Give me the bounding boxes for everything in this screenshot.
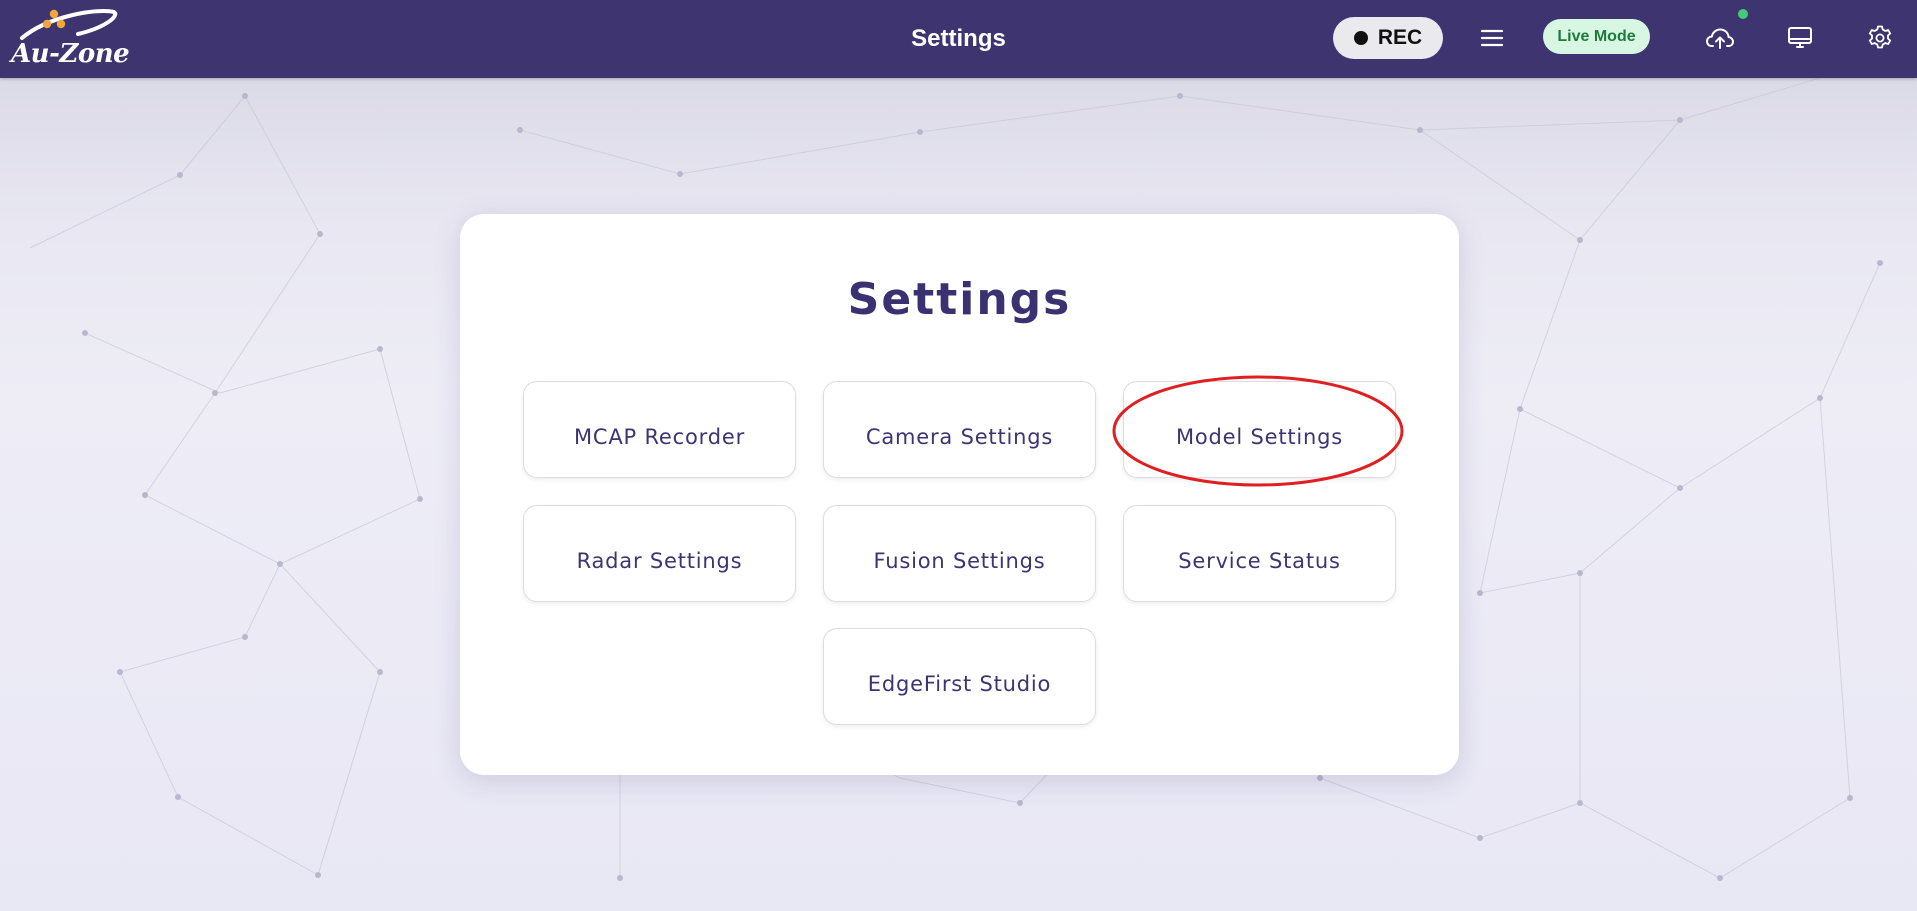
menu-icon <box>1480 29 1504 47</box>
au-zone-logo[interactable]: Au-Zone <box>8 6 134 70</box>
menu-button[interactable] <box>1472 18 1512 58</box>
camera-settings-button[interactable]: Camera Settings <box>823 381 1096 478</box>
record-dot-icon <box>1353 31 1368 45</box>
gear-icon <box>1868 25 1892 49</box>
mcap-recorder-button[interactable]: MCAP Recorder <box>523 381 796 478</box>
logo-text: Au-Zone <box>11 39 130 69</box>
connection-status-dot <box>1738 9 1748 19</box>
top-bar: Au-Zone Settings REC Live Mode <box>0 0 1917 78</box>
settings-heading: Settings <box>847 274 1072 325</box>
live-mode-button[interactable]: Live Mode <box>1543 19 1650 54</box>
cloud-upload-button[interactable] <box>1700 18 1740 58</box>
fusion-settings-button[interactable]: Fusion Settings <box>823 505 1096 602</box>
settings-card: Settings MCAP Recorder Camera Settings M… <box>460 214 1459 775</box>
record-label: REC <box>1377 26 1423 49</box>
monitor-icon <box>1788 27 1812 48</box>
display-button[interactable] <box>1780 18 1820 58</box>
radar-settings-button[interactable]: Radar Settings <box>523 505 796 602</box>
service-status-button[interactable]: Service Status <box>1123 505 1396 602</box>
record-button[interactable]: REC <box>1333 17 1443 59</box>
edgefirst-studio-button[interactable]: EdgeFirst Studio <box>823 628 1096 725</box>
model-settings-button[interactable]: Model Settings <box>1123 381 1396 478</box>
settings-button[interactable] <box>1860 18 1900 58</box>
cloud-upload-icon <box>1706 28 1734 49</box>
